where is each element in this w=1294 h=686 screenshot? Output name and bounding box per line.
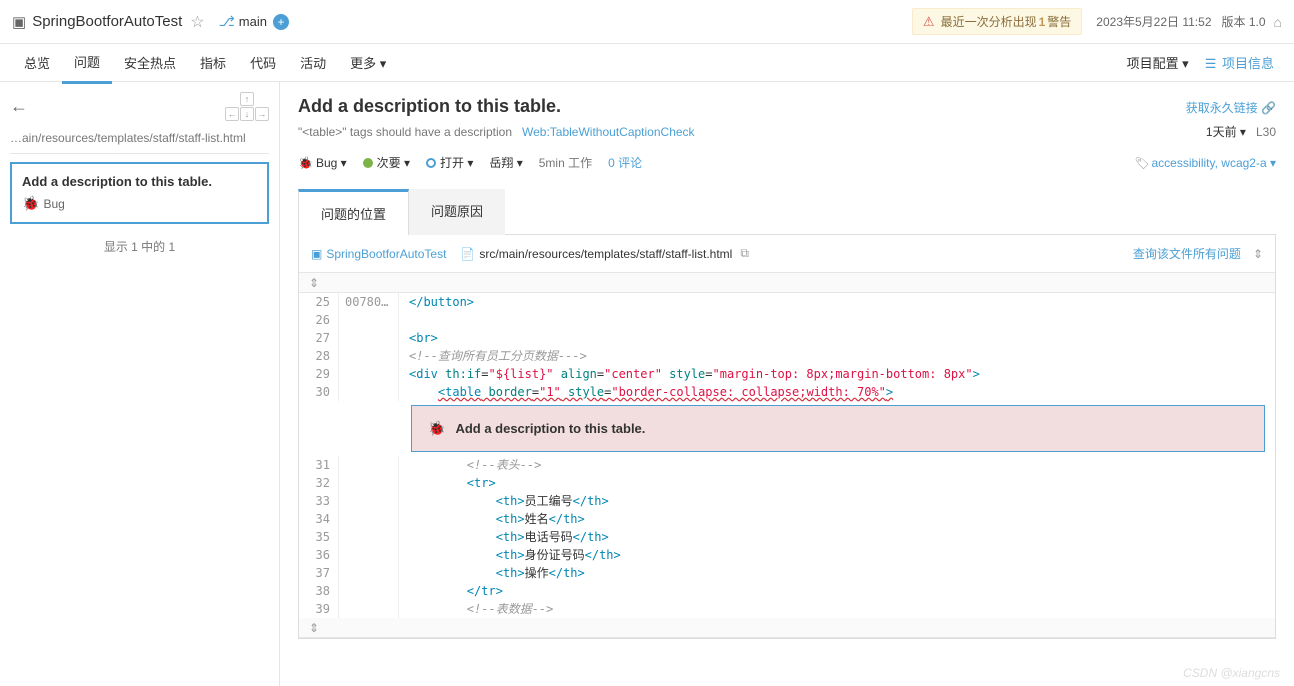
top-bar: ▣ SpringBootforAutoTest ☆ ⎇ main + ⚠ 最近一… — [0, 0, 1294, 44]
bug-icon: 🐞 — [22, 195, 39, 212]
file-icon: 📄 — [460, 247, 475, 261]
issue-sidebar: ← ↑ ←↓→ …ain/resources/templates/staff/s… — [0, 82, 280, 686]
type-dropdown[interactable]: 🐞Bug ▾ — [298, 156, 347, 170]
nav-overview[interactable]: 总览 — [12, 43, 62, 82]
main-panel: Add a description to this table. 获取永久链接 … — [280, 82, 1294, 686]
code-line: 28<!--查询所有员工分页数据---> — [299, 347, 1275, 365]
warning-suffix: 警告 — [1047, 13, 1071, 30]
code-line: 39 <!--表数据--> — [299, 600, 1275, 618]
file-path: …ain/resources/templates/staff/staff-lis… — [10, 131, 269, 154]
code-line: 37 <th>操作</th> — [299, 564, 1275, 582]
nav-more-dropdown[interactable]: 更多 ▾ — [338, 43, 398, 82]
expand-down-row[interactable]: ⇕ — [299, 618, 1275, 638]
copy-path-icon[interactable]: ⧉ — [740, 246, 749, 261]
tab-why[interactable]: 问题原因 — [409, 189, 505, 235]
code-line: 29<div th:if="${list}" align="center" st… — [299, 365, 1275, 383]
assignee-dropdown[interactable]: 岳翔 ▾ — [489, 154, 522, 171]
bug-icon: 🐞 — [428, 420, 445, 437]
favorite-star-icon[interactable]: ☆ — [190, 12, 204, 32]
nav-issues[interactable]: 问题 — [62, 42, 112, 84]
effort-text: 5min 工作 — [539, 154, 592, 171]
status-icon — [426, 158, 436, 168]
back-arrow-icon[interactable]: ← — [10, 96, 28, 117]
code-line: 2500780…</button> — [299, 293, 1275, 311]
warning-count: 1 — [1039, 15, 1046, 29]
keyboard-shortcuts-icon: ↑ ←↓→ — [225, 92, 269, 121]
code-panel: ▣ SpringBootforAutoTest 📄 src/main/resou… — [298, 234, 1276, 639]
add-branch-button[interactable]: + — [273, 14, 289, 30]
version-text: 版本 1.0 — [1222, 13, 1266, 30]
code-line: 30 <table border="1" style="border-colla… — [299, 383, 1275, 401]
code-line: 35 <th>电话号码</th> — [299, 528, 1275, 546]
branch-icon: ⎇ — [219, 13, 235, 30]
project-config-dropdown[interactable]: 项目配置 ▾ — [1119, 43, 1197, 82]
issue-title: Add a description to this table. — [298, 96, 561, 117]
code-line: 34 <th>姓名</th> — [299, 510, 1275, 528]
issue-age[interactable]: 1天前 ▾ — [1206, 123, 1246, 140]
tag-icon: 🏷 — [1134, 156, 1149, 170]
rule-key-link[interactable]: Web:TableWithoutCaptionCheck — [522, 125, 695, 139]
warning-prefix: 最近一次分析出现 — [941, 13, 1037, 30]
line-number: L30 — [1256, 125, 1276, 139]
inline-issue-box[interactable]: 🐞 Add a description to this table. — [411, 405, 1265, 452]
breadcrumb-path: src/main/resources/templates/staff/staff… — [479, 247, 732, 261]
nav-activity[interactable]: 活动 — [288, 43, 338, 82]
tags-dropdown[interactable]: 🏷accessibility, wcag2-a ▾ — [1134, 156, 1276, 170]
analysis-warning-box[interactable]: ⚠ 最近一次分析出现 1 警告 — [912, 8, 1082, 35]
code-line: 32 <tr> — [299, 474, 1275, 492]
code-line: 33 <th>员工编号</th> — [299, 492, 1275, 510]
project-icon: ▣ — [12, 13, 26, 31]
code-line: 36 <th>身份证号码</th> — [299, 546, 1275, 564]
all-file-issues-link[interactable]: 查询该文件所有问题 — [1133, 245, 1241, 262]
list-icon: ☰ — [1205, 56, 1217, 71]
issue-card[interactable]: Add a description to this table. 🐞 Bug — [10, 162, 269, 224]
analysis-date: 2023年5月22日 11:52 — [1096, 13, 1211, 30]
sidebar-pager: 显示 1 中的 1 — [10, 238, 269, 255]
severity-icon — [363, 158, 373, 168]
nav-hotspots[interactable]: 安全热点 — [112, 43, 188, 82]
expand-icon: ⇕ — [309, 621, 319, 635]
severity-dropdown[interactable]: 次要 ▾ — [363, 154, 410, 171]
expand-icon[interactable]: ⇕ — [1253, 247, 1263, 261]
nav-measures[interactable]: 指标 — [188, 43, 238, 82]
nav-code[interactable]: 代码 — [238, 43, 288, 82]
status-dropdown[interactable]: 打开 ▾ — [426, 154, 473, 171]
branch-name[interactable]: main — [239, 14, 267, 29]
comments-link[interactable]: 0 评论 — [608, 154, 642, 171]
issue-card-type: Bug — [43, 197, 64, 211]
project-icon: ▣ — [311, 247, 322, 261]
code-line: 38 </tr> — [299, 582, 1275, 600]
watermark: CSDN @xiangcns — [1183, 666, 1280, 680]
bug-icon: 🐞 — [298, 156, 313, 170]
project-nav: 总览 问题 安全热点 指标 代码 活动 更多 ▾ 项目配置 ▾ ☰ 项目信息 — [0, 44, 1294, 82]
rule-description: "<table>" tags should have a description — [298, 125, 512, 139]
expand-icon: ⇕ — [309, 276, 319, 290]
code-line: 31 <!--表头--> — [299, 456, 1275, 474]
code-line: 26 — [299, 311, 1275, 329]
tab-where[interactable]: 问题的位置 — [298, 189, 409, 235]
warning-icon: ⚠ — [923, 14, 935, 30]
code-line: 27<br> — [299, 329, 1275, 347]
issue-card-title: Add a description to this table. — [22, 174, 257, 189]
project-info-link[interactable]: ☰ 项目信息 — [1197, 43, 1282, 82]
expand-up-row[interactable]: ⇕ — [299, 273, 1275, 293]
issue-tabs: 问题的位置 问题原因 — [298, 189, 1276, 235]
inline-issue-text: Add a description to this table. — [455, 421, 645, 436]
home-icon[interactable]: ⌂ — [1274, 14, 1282, 30]
project-name: SpringBootforAutoTest — [32, 13, 182, 30]
permalink-link[interactable]: 获取永久链接 🔗 — [1186, 99, 1276, 116]
breadcrumb-project[interactable]: SpringBootforAutoTest — [326, 247, 446, 261]
